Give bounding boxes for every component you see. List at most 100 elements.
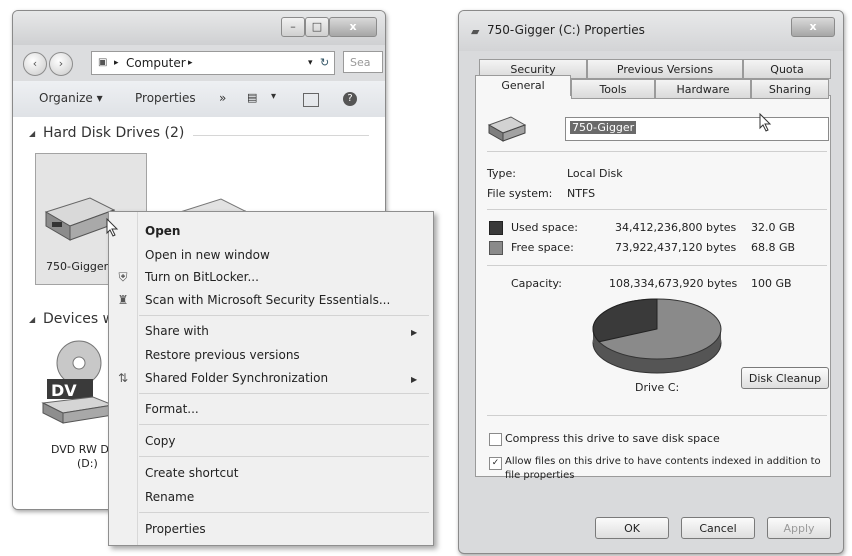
address-dropdown-icon[interactable]: ▾ <box>308 52 313 74</box>
cancel-button[interactable]: Cancel <box>681 517 755 539</box>
menu-item-format[interactable]: Format... <box>145 402 199 416</box>
disk-usage-pie <box>592 298 722 374</box>
more-commands-button[interactable]: » <box>219 91 226 105</box>
hard-drive-icon <box>487 116 527 142</box>
tab-quota[interactable]: Quota <box>743 59 831 79</box>
breadcrumb-computer[interactable]: Computer <box>126 52 186 74</box>
menu-item-scan[interactable]: Scan with Microsoft Security Essentials.… <box>145 293 390 307</box>
mouse-cursor-icon <box>106 218 119 237</box>
properties-dialog: ▰ 750-Gigger (C:) Properties x Security … <box>458 10 844 554</box>
drive-name-input[interactable]: 750-Gigger <box>565 117 829 141</box>
views-dropdown-icon[interactable]: ▾ <box>271 91 276 102</box>
drive-small-icon: ▰ <box>471 25 480 38</box>
free-space-bytes: 73,922,437,120 bytes <box>615 241 737 254</box>
devices-group-header[interactable]: Devices w <box>43 311 114 327</box>
menu-separator <box>139 512 429 513</box>
menu-item-copy[interactable]: Copy <box>145 434 175 448</box>
menu-item-share-with[interactable]: Share with <box>145 324 209 338</box>
capacity-label: Capacity: <box>511 277 562 290</box>
menu-item-restore[interactable]: Restore previous versions <box>145 348 300 362</box>
search-input[interactable]: Sea <box>343 51 383 73</box>
preview-pane-icon[interactable] <box>303 93 319 107</box>
used-space-label: Used space: <box>511 221 579 234</box>
divider <box>487 265 827 266</box>
submenu-arrow-icon: ▶ <box>411 375 418 384</box>
address-bar[interactable]: ▣ ▸ Computer ▸ ▾ ↻ <box>91 51 335 75</box>
menu-item-open[interactable]: Open <box>145 224 180 238</box>
capacity-bytes: 108,334,673,920 bytes <box>609 277 738 290</box>
mouse-cursor-icon <box>759 113 772 132</box>
menu-item-create-shortcut[interactable]: Create shortcut <box>145 466 238 480</box>
dvd-logo: DV <box>51 381 77 400</box>
tab-tools[interactable]: Tools <box>571 79 655 99</box>
explorer-titlebar: – □ x <box>13 11 385 45</box>
free-space-label: Free space: <box>511 241 574 254</box>
maximize-button[interactable]: □ <box>305 17 329 37</box>
menu-separator <box>139 424 429 425</box>
divider <box>487 151 827 152</box>
sync-icon: ⇅ <box>117 371 129 385</box>
hard-drive-icon <box>44 197 116 241</box>
tab-previous-versions[interactable]: Previous Versions <box>587 59 743 79</box>
tab-general[interactable]: General <box>475 75 571 96</box>
compress-checkbox[interactable] <box>489 433 502 446</box>
submenu-arrow-icon: ▶ <box>411 328 418 337</box>
computer-icon: ▣ <box>98 57 108 68</box>
apply-button[interactable]: Apply <box>767 517 831 539</box>
menu-item-open-new-window[interactable]: Open in new window <box>145 248 270 262</box>
breadcrumb-separator: ▸ <box>114 58 119 68</box>
menu-separator <box>139 456 429 457</box>
used-space-bytes: 34,412,236,800 bytes <box>615 221 737 234</box>
tab-sharing[interactable]: Sharing <box>751 79 829 99</box>
dialog-titlebar: ▰ 750-Gigger (C:) Properties x <box>459 11 843 51</box>
forward-button[interactable]: › <box>49 52 73 76</box>
menu-item-shared-folder-sync[interactable]: Shared Folder Synchronization <box>145 371 328 385</box>
divider <box>487 209 827 210</box>
index-checkbox[interactable]: ✓ <box>489 457 502 470</box>
compress-label[interactable]: Compress this drive to save disk space <box>505 432 720 445</box>
filesystem-label: File system: <box>487 187 553 200</box>
drive-label: 750-Gigger <box>46 260 109 273</box>
help-icon[interactable]: ? <box>343 92 357 106</box>
hard-disk-group-header[interactable]: Hard Disk Drives (2) <box>43 125 184 141</box>
menu-gutter <box>137 212 138 545</box>
index-label-continued[interactable]: file properties <box>505 470 574 481</box>
command-bar: Organize ▾ Properties » ▤ ▾ ? <box>13 81 385 118</box>
collapse-icon[interactable]: ◢ <box>29 129 35 138</box>
filesystem-value: NTFS <box>567 187 596 200</box>
drive-caption: Drive C: <box>635 381 680 394</box>
menu-item-bitlocker[interactable]: Turn on BitLocker... <box>145 270 259 284</box>
tab-hardware[interactable]: Hardware <box>655 79 751 99</box>
capacity-gb: 100 GB <box>751 277 792 290</box>
security-essentials-icon: ♜ <box>117 293 129 307</box>
views-icon[interactable]: ▤ <box>247 91 257 104</box>
free-space-gb: 68.8 GB <box>751 241 796 254</box>
divider <box>487 415 827 416</box>
menu-item-properties[interactable]: Properties <box>145 522 206 536</box>
menu-separator <box>139 393 429 394</box>
ok-button[interactable]: OK <box>595 517 669 539</box>
dvd-drive-letter: (D:) <box>77 457 98 470</box>
back-button[interactable]: ‹ <box>23 52 47 76</box>
dialog-title: 750-Gigger (C:) Properties <box>487 23 645 37</box>
type-label: Type: <box>487 167 516 180</box>
disk-cleanup-button[interactable]: Disk Cleanup <box>741 367 829 389</box>
refresh-icon[interactable]: ↻ <box>320 52 329 74</box>
used-space-gb: 32.0 GB <box>751 221 796 234</box>
organize-button[interactable]: Organize ▾ <box>39 91 103 105</box>
address-row: ‹ › ▣ ▸ Computer ▸ ▾ ↻ Sea <box>13 45 385 81</box>
context-menu: Open Open in new window ⛨ Turn on BitLoc… <box>108 211 434 546</box>
menu-separator <box>139 315 429 316</box>
minimize-button[interactable]: – <box>281 17 305 37</box>
drive-name-selected-text: 750-Gigger <box>570 121 637 134</box>
menu-item-rename[interactable]: Rename <box>145 490 194 504</box>
properties-command[interactable]: Properties <box>135 91 196 105</box>
dvd-label: DVD RW D <box>51 443 109 456</box>
close-button[interactable]: x <box>329 17 377 37</box>
close-button[interactable]: x <box>791 17 835 37</box>
collapse-icon[interactable]: ◢ <box>29 315 35 324</box>
index-label[interactable]: Allow files on this drive to have conten… <box>505 456 821 467</box>
group-divider <box>193 135 369 136</box>
free-color-swatch <box>489 241 503 255</box>
breadcrumb-separator: ▸ <box>188 58 193 68</box>
